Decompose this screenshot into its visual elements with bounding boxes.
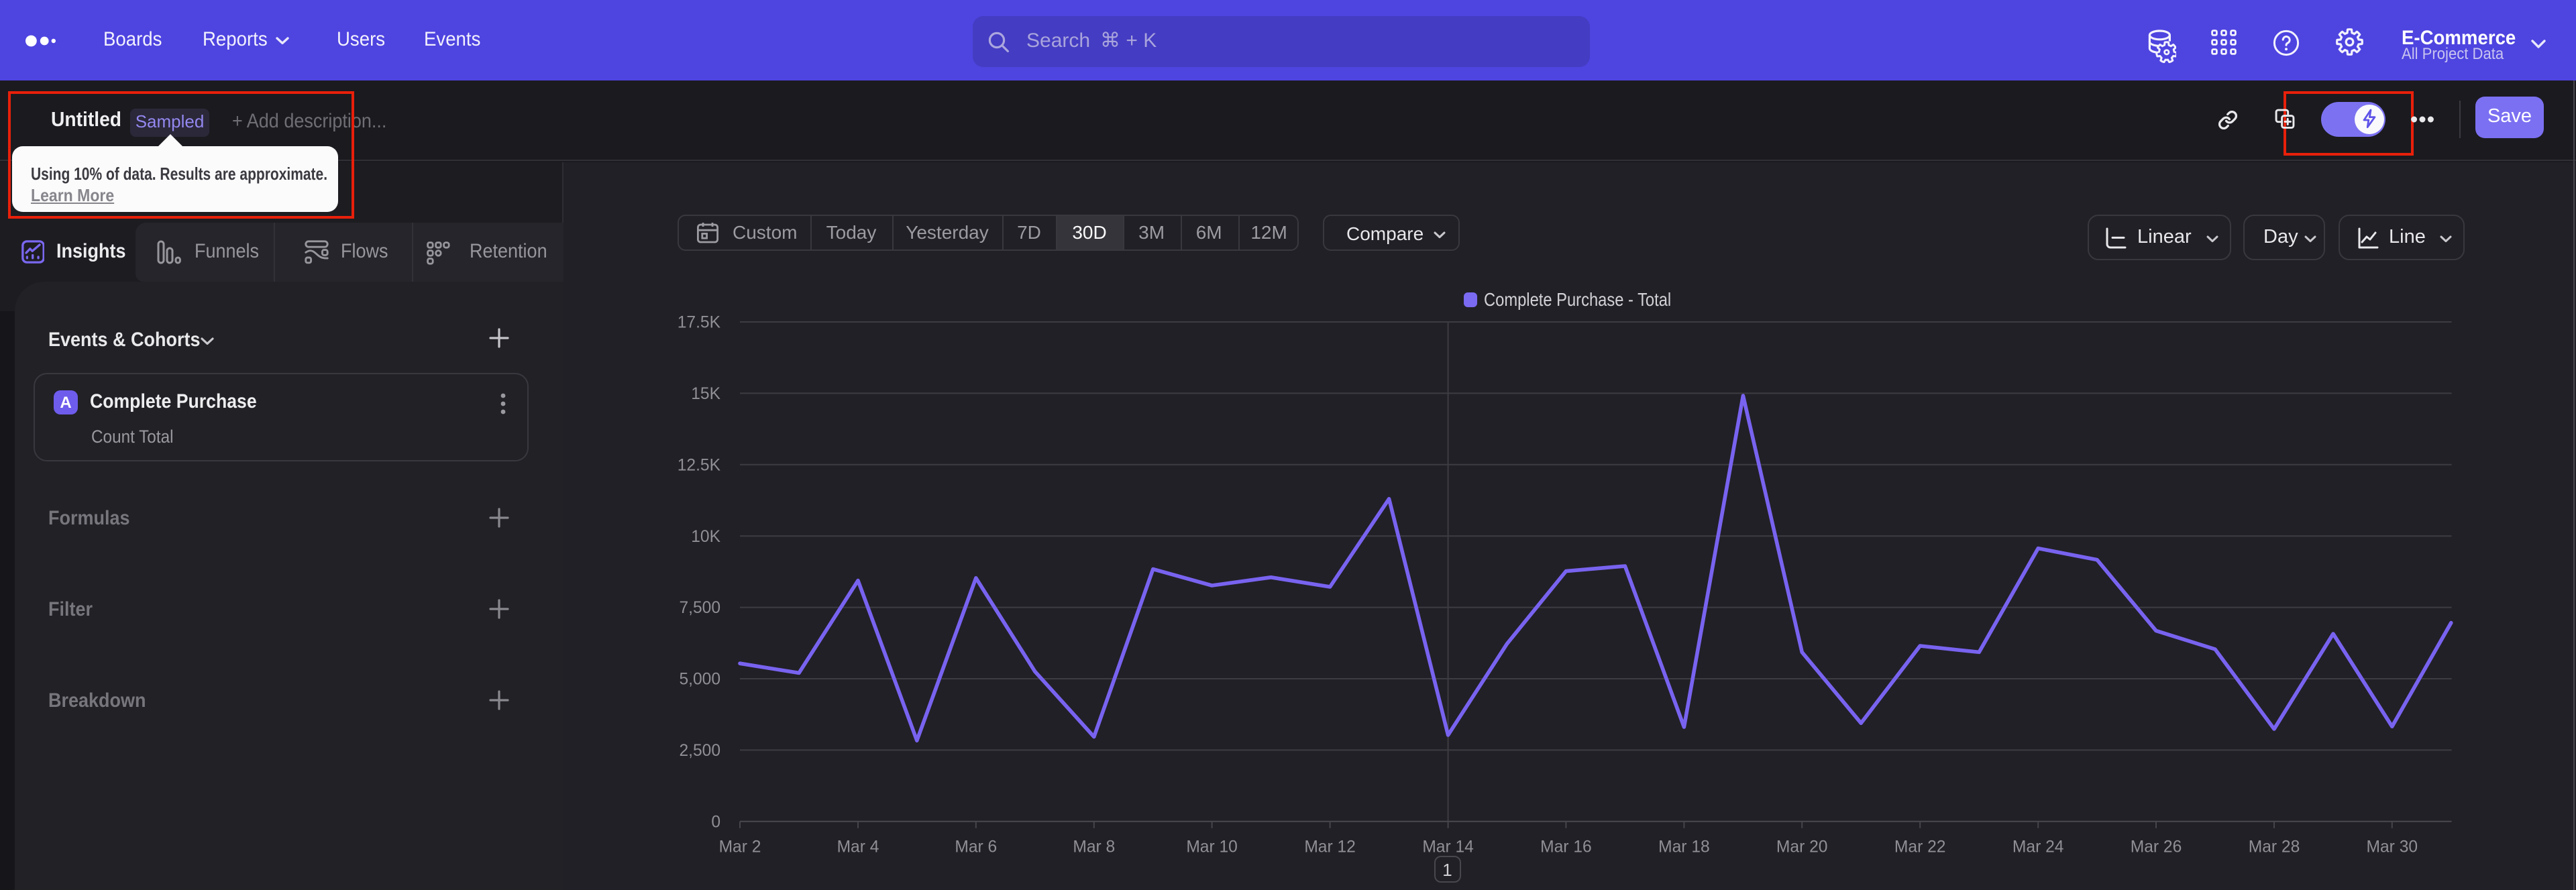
svg-text:7,500: 7,500 (679, 599, 720, 617)
svg-text:2,500: 2,500 (679, 742, 720, 760)
svg-text:Mar 6: Mar 6 (955, 838, 997, 856)
svg-text:Mar 8: Mar 8 (1073, 838, 1115, 856)
svg-text:Mar 22: Mar 22 (1894, 838, 1946, 856)
svg-text:Mar 10: Mar 10 (1186, 838, 1238, 856)
svg-text:12.5K: 12.5K (678, 456, 721, 474)
svg-text:Mar 18: Mar 18 (1658, 838, 1710, 856)
svg-text:Mar 12: Mar 12 (1304, 838, 1356, 856)
svg-text:0: 0 (711, 813, 720, 831)
svg-text:Mar 26: Mar 26 (2131, 838, 2182, 856)
svg-text:Mar 28: Mar 28 (2249, 838, 2300, 856)
svg-text:Mar 2: Mar 2 (719, 838, 761, 856)
svg-text:Mar 20: Mar 20 (1776, 838, 1828, 856)
svg-text:Mar 24: Mar 24 (2012, 838, 2064, 856)
svg-text:15K: 15K (691, 385, 720, 403)
svg-text:Mar 14: Mar 14 (1422, 838, 1474, 856)
svg-text:10K: 10K (691, 528, 720, 546)
svg-text:17.5K: 17.5K (678, 314, 721, 332)
svg-text:5,000: 5,000 (679, 671, 720, 689)
svg-text:Mar 30: Mar 30 (2367, 838, 2418, 856)
svg-text:Mar 4: Mar 4 (837, 838, 879, 856)
svg-text:Mar 16: Mar 16 (1540, 838, 1592, 856)
